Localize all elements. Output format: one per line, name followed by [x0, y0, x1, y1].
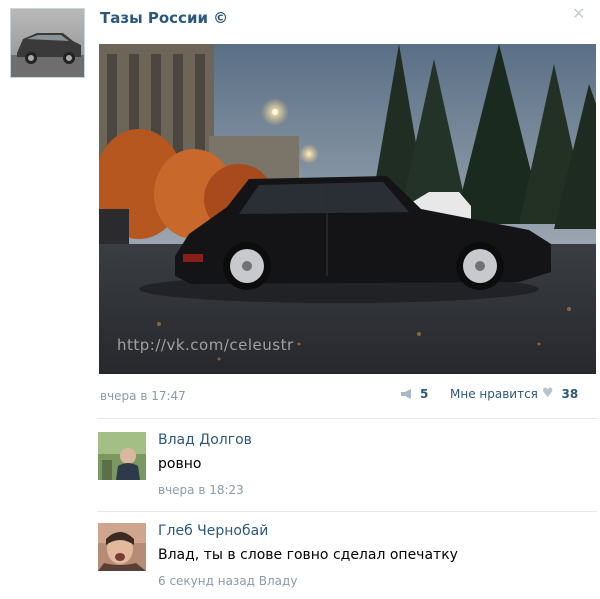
heart-icon: ♥	[541, 386, 554, 401]
share-count: 5	[420, 387, 429, 401]
avatar[interactable]	[98, 432, 146, 480]
avatar-car-image	[11, 9, 84, 77]
megaphone-icon	[401, 389, 411, 399]
like-label: Мне нравится	[450, 387, 538, 401]
post-car-image	[99, 44, 596, 374]
post-timestamp[interactable]: вчера в 17:47	[100, 389, 186, 403]
photo-watermark: http://vk.com/celeustr	[117, 336, 294, 354]
like-count: 38	[561, 387, 579, 401]
comment: Глеб Чернобай Влад, ты в слове говно сде…	[98, 523, 598, 593]
comment: Влад Долгов ровно вчера в 18:23	[98, 432, 598, 502]
community-avatar[interactable]	[10, 8, 85, 78]
avatar[interactable]	[98, 523, 146, 571]
comment-author-link[interactable]: Глеб Чернобай	[158, 523, 268, 539]
user-photo	[98, 523, 146, 571]
share-button[interactable]: 5	[400, 387, 428, 401]
comment-text: ровно	[158, 456, 202, 472]
post-photo[interactable]: http://vk.com/celeustr	[99, 44, 596, 374]
post-author-link[interactable]: Тазы России ©	[100, 9, 228, 27]
comment-text: Влад, ты в слове говно сделал опечатку	[158, 547, 458, 563]
close-icon[interactable]: ✕	[572, 6, 588, 22]
comment-author-link[interactable]: Влад Долгов	[158, 432, 252, 448]
comment-timestamp[interactable]: вчера в 18:23	[158, 483, 244, 497]
divider	[97, 511, 597, 512]
like-button[interactable]: Мне нравится ♥ 38	[450, 387, 578, 401]
user-photo	[98, 432, 146, 480]
comment-timestamp[interactable]: 6 секунд назад Владу	[158, 574, 297, 588]
divider	[97, 418, 597, 419]
